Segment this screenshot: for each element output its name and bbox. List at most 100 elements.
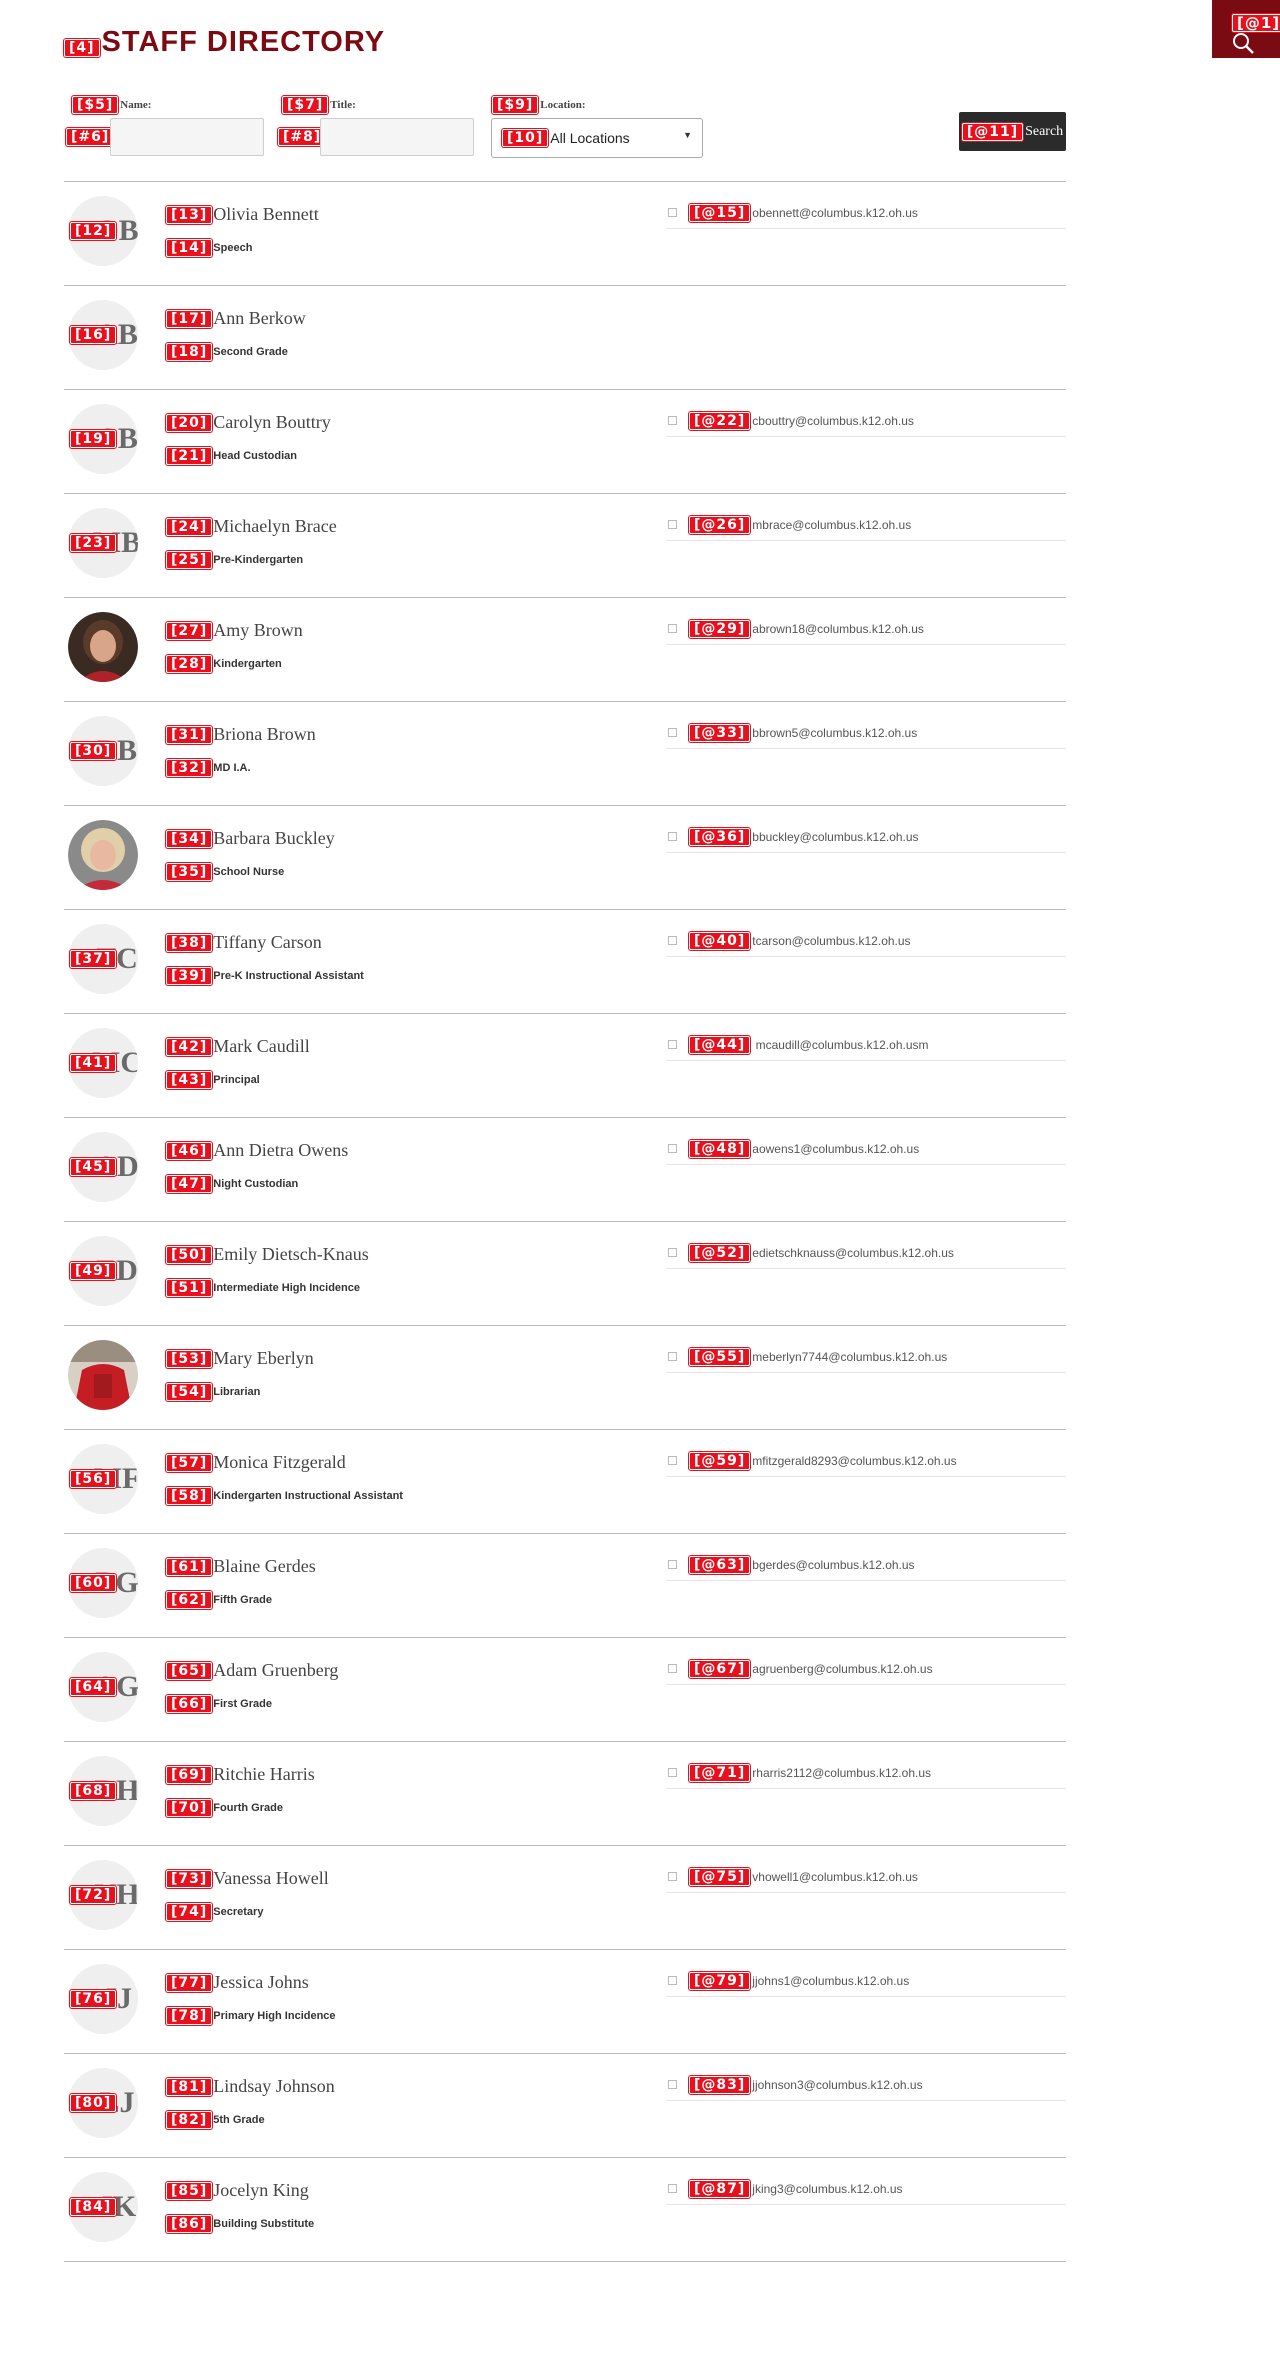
email-row: [@55] meberlyn7744@columbus.k12.oh.us (666, 1341, 1066, 1373)
email-link[interactable]: bbrown5@columbus.k12.oh.us (752, 726, 917, 740)
staff-name: Lindsay Johnson (213, 2076, 335, 2096)
element-marker: [66] (166, 1695, 213, 1713)
element-marker: [38] (166, 933, 213, 952)
staff-row: [76] JJ [77] Jessica Johns [78] Primary … (64, 1950, 1066, 2054)
email-link[interactable]: abrown18@columbus.k12.oh.us (752, 622, 924, 636)
email-link[interactable]: agruenberg@columbus.k12.oh.us (752, 1662, 932, 1676)
element-marker: [@44] (689, 1035, 751, 1054)
element-marker: [21] (166, 447, 213, 465)
staff-title-row: [14] Speech (166, 239, 252, 257)
element-marker: [31] (166, 725, 213, 744)
email-row: [@44] mcaudill@columbus.k12.oh.usm (666, 1029, 1066, 1061)
email-icon (668, 208, 677, 217)
element-marker: [@33] (689, 723, 751, 742)
element-marker: [60] (70, 1574, 117, 1592)
name-input[interactable] (110, 118, 264, 156)
email-link[interactable]: mcaudill@columbus.k12.oh.usm (752, 1038, 929, 1052)
avatar (68, 612, 138, 682)
element-marker: [@15] (689, 203, 751, 222)
email-row: [@29] abrown18@columbus.k12.oh.us (666, 613, 1066, 645)
staff-name: Jessica Johns (213, 1972, 309, 1992)
email-icon (668, 1040, 677, 1049)
element-marker: [10] (502, 129, 549, 147)
element-marker: [@1] (1232, 14, 1280, 32)
search-button[interactable]: [@11] Search (959, 112, 1066, 151)
email-icon (668, 416, 677, 425)
location-select[interactable]: [10] All Locations ▼ (491, 118, 703, 158)
staff-name-row: [81] Lindsay Johnson (166, 2076, 335, 2097)
email-icon (668, 1768, 677, 1777)
title-input[interactable] (320, 118, 474, 156)
staff-title: Intermediate High Incidence (213, 1282, 360, 1294)
corner-search-toggle[interactable]: [@1] (1212, 0, 1280, 58)
email-link[interactable]: edietschknauss@columbus.k12.oh.us (752, 1246, 954, 1260)
email-link[interactable]: vhowell1@columbus.k12.oh.us (752, 1870, 918, 1884)
email-link[interactable]: rharris2112@columbus.k12.oh.us (752, 1766, 931, 1780)
element-marker: [20] (166, 413, 213, 432)
element-marker: [19] (70, 430, 117, 448)
email-link[interactable]: jjohns1@columbus.k12.oh.us (752, 1974, 909, 1988)
element-marker: [@29] (689, 619, 751, 638)
page-title: STAFF DIRECTORY (101, 26, 386, 58)
element-marker: [@67] (689, 1659, 751, 1678)
staff-name: Mary Eberlyn (213, 1348, 314, 1368)
element-marker: [68] (70, 1782, 117, 1800)
email-link[interactable]: aowens1@columbus.k12.oh.us (752, 1142, 919, 1156)
element-marker: [50] (166, 1245, 213, 1264)
avatar: [30] BB (68, 716, 138, 786)
staff-title-row: [74] Secretary (166, 1903, 263, 1921)
staff-name-row: [61] Blaine Gerdes (166, 1556, 316, 1577)
staff-title-row: [25] Pre-Kindergarten (166, 551, 303, 569)
element-marker: [@75] (689, 1867, 751, 1886)
email-link[interactable]: mbrace@columbus.k12.oh.us (752, 518, 911, 532)
email-link[interactable]: mfitzgerald8293@columbus.k12.oh.us (752, 1454, 956, 1468)
element-marker: [70] (166, 1799, 213, 1817)
staff-name: Emily Dietsch-Knaus (213, 1244, 369, 1264)
staff-title-row: [28] Kindergarten (166, 655, 282, 673)
email-link[interactable]: jjohnson3@columbus.k12.oh.us (752, 2078, 922, 2092)
avatar (68, 1340, 138, 1410)
email-link[interactable]: jking3@columbus.k12.oh.us (752, 2182, 902, 2196)
staff-title-row: [62] Fifth Grade (166, 1591, 272, 1609)
staff-name-row: [73] Vanessa Howell (166, 1868, 329, 1889)
element-marker: [77] (166, 1973, 213, 1992)
element-marker: [84] (70, 2198, 117, 2216)
email-link[interactable]: cbouttry@columbus.k12.oh.us (752, 414, 914, 428)
email-link[interactable]: meberlyn7744@columbus.k12.oh.us (752, 1350, 947, 1364)
email-row: [@63] bgerdes@columbus.k12.oh.us (666, 1549, 1066, 1581)
location-selected-value: All Locations (550, 130, 630, 146)
staff-title: Kindergarten (213, 658, 282, 670)
staff-title: Librarian (213, 1386, 261, 1398)
element-marker: [@71] (689, 1763, 751, 1782)
staff-name: Blaine Gerdes (213, 1556, 316, 1576)
email-link[interactable]: bbuckley@columbus.k12.oh.us (752, 830, 918, 844)
staff-name: Ritchie Harris (213, 1764, 315, 1784)
email-icon (668, 520, 677, 529)
staff-name-row: [85] Jocelyn King (166, 2180, 309, 2201)
staff-title: Kindergarten Instructional Assistant (213, 1490, 403, 1502)
avatar: [64] AG (68, 1652, 138, 1722)
staff-name-row: [27] Amy Brown (166, 620, 303, 641)
staff-name-row: [53] Mary Eberlyn (166, 1348, 314, 1369)
email-link[interactable]: tcarson@columbus.k12.oh.us (752, 934, 910, 948)
staff-title: Night Custodian (213, 1178, 299, 1190)
staff-name-row: [20] Carolyn Bouttry (166, 412, 331, 433)
email-link[interactable]: bgerdes@columbus.k12.oh.us (752, 1558, 914, 1572)
staff-name: Ann Berkow (213, 308, 306, 328)
element-marker: [@52] (689, 1243, 751, 1262)
email-row: [@75] vhowell1@columbus.k12.oh.us (666, 1861, 1066, 1893)
staff-name: Ann Dietra Owens (213, 1140, 349, 1160)
avatar: [49] ED (68, 1236, 138, 1306)
staff-title: School Nurse (213, 866, 285, 878)
avatar: [19] CB (68, 404, 138, 474)
dropdown-arrow-icon: ▼ (683, 130, 692, 140)
element-marker: [64] (70, 1678, 117, 1696)
email-row: [@36] bbuckley@columbus.k12.oh.us (666, 821, 1066, 853)
element-marker: [12] (70, 222, 117, 240)
title-filter-label: [$7] Title: (282, 96, 356, 114)
element-marker: [#6] (66, 128, 115, 146)
element-marker: [82] (166, 2111, 213, 2129)
staff-name: Briona Brown (213, 724, 316, 744)
staff-title: 5th Grade (213, 2114, 265, 2126)
email-link[interactable]: obennett@columbus.k12.oh.us (752, 206, 918, 220)
